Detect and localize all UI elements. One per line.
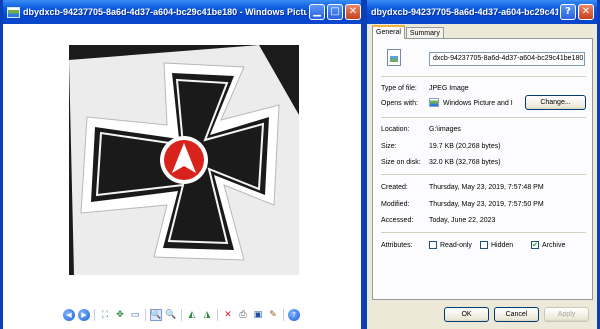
zoom-in-button[interactable]: 🔍 [150,309,162,321]
divider [381,76,586,77]
open-editing-button[interactable]: ✎ [267,309,279,321]
ok-button[interactable]: OK [444,307,489,322]
viewer-toolbar: ◀ ▶ ⛶ ✥ ▭ 🔍 🔍 ◭ ◮ ✕ ⎙ ▣ ✎ ? [63,308,303,322]
save-button[interactable]: ▣ [252,309,264,321]
tab-general[interactable]: General [372,25,405,39]
properties-close-button[interactable]: ✕ [578,4,594,20]
modified-label: Modified: [381,201,410,208]
filename-field[interactable]: dxcb-94237705-8a6d-4d37-a604-bc29c41be18… [429,52,585,66]
size-on-disk-value: 32.0 KB (32,768 bytes) [429,159,501,166]
help-button[interactable]: ? [288,309,300,321]
change-button[interactable]: Change... [525,95,586,110]
size-value: 19.7 KB (20,268 bytes) [429,143,501,150]
minimize-button[interactable]: ▁ [309,4,325,20]
type-of-file-value: JPEG Image [429,85,469,92]
attributes-label: Attributes: [381,242,413,249]
hidden-label: Hidden [491,242,514,249]
general-tab-panel: dxcb-94237705-8a6d-4d37-a604-bc29c41be18… [372,38,593,300]
read-only-label: Read-only [440,242,472,249]
properties-dialog: dbydxcb-94237705-8a6d-4d37-a604-bc29c41.… [364,0,600,329]
divider [381,174,586,175]
archive-checkbox[interactable]: ✔ [531,241,539,249]
created-value: Thursday, May 23, 2019, 7:57:48 PM [429,184,544,191]
type-of-file-label: Type of file: [381,85,417,92]
divider [381,232,586,233]
toolbar-separator [217,309,218,321]
picture-viewer-icon [429,98,439,107]
archive-label: Archive [542,242,566,249]
maximize-button[interactable]: □ [327,4,343,20]
previous-image-button[interactable]: ◀ [63,309,75,321]
location-value: G:\images [429,126,461,133]
size-on-disk-label: Size on disk: [381,159,421,166]
toolbar-separator [145,309,146,321]
slideshow-button[interactable]: ▭ [129,309,141,321]
next-image-button[interactable]: ▶ [78,309,90,321]
divider [381,117,586,118]
modified-value: Thursday, May 23, 2019, 7:57:50 PM [429,201,544,208]
apply-button[interactable]: Apply [544,307,589,322]
accessed-label: Accessed: [381,217,414,224]
properties-title: dbydxcb-94237705-8a6d-4d37-a604-bc29c41.… [371,7,558,17]
best-fit-button[interactable]: ⛶ [99,309,111,321]
accessed-value: Today, June 22, 2023 [429,217,496,224]
iron-cross-image [69,45,299,275]
toolbar-separator [181,309,182,321]
zoom-out-button[interactable]: 🔍 [165,309,177,321]
toolbar-separator [94,309,95,321]
toolbar-separator [283,309,284,321]
actual-size-button[interactable]: ✥ [114,309,126,321]
size-label: Size: [381,143,397,150]
help-question-button[interactable]: ? [560,4,576,20]
close-button[interactable]: ✕ [345,4,361,20]
hidden-checkbox[interactable] [480,241,488,249]
cancel-button[interactable]: Cancel [494,307,539,322]
displayed-photo [69,45,299,275]
picture-viewer-window: dbydxcb-94237705-8a6d-4d37-a604-bc29c41b… [0,0,364,329]
delete-button[interactable]: ✕ [222,309,234,321]
rotate-clockwise-button[interactable]: ◭ [186,309,198,321]
print-button[interactable]: ⎙ [237,309,249,321]
opens-with-value: Windows Picture and I [443,100,513,107]
jpeg-file-icon [387,49,401,66]
properties-title-bar[interactable]: dbydxcb-94237705-8a6d-4d37-a604-bc29c41.… [367,0,597,24]
viewer-title-bar[interactable]: dbydxcb-94237705-8a6d-4d37-a604-bc29c41b… [3,0,361,24]
rotate-counterclockwise-button[interactable]: ◮ [201,309,213,321]
opens-with-label: Opens with: [381,100,418,107]
viewer-title: dbydxcb-94237705-8a6d-4d37-a604-bc29c41b… [23,7,307,17]
read-only-checkbox[interactable] [429,241,437,249]
picture-viewer-icon [7,6,20,18]
location-label: Location: [381,126,410,133]
created-label: Created: [381,184,408,191]
